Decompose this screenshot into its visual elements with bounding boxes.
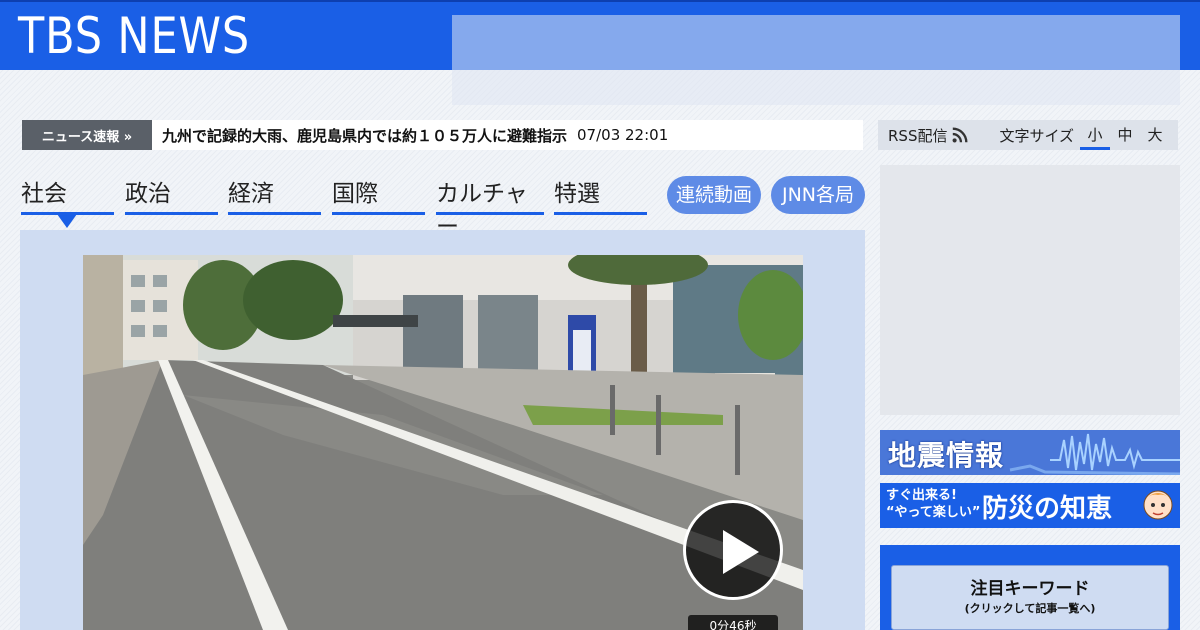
- tab-culture[interactable]: カルチャー: [436, 178, 544, 240]
- tab-economy[interactable]: 経済: [228, 178, 321, 215]
- keyword-header[interactable]: 注目キーワード (クリックして記事一覧へ): [891, 565, 1169, 630]
- site-logo[interactable]: TBS NEWS: [18, 6, 250, 66]
- bousai-tagline-line1: すぐ出来る!: [886, 488, 957, 503]
- active-tab-pointer: [57, 214, 77, 228]
- jnn-stations-button[interactable]: JNN各局: [771, 176, 865, 214]
- bousai-tagline: すぐ出来る! “やって楽しい”: [886, 487, 980, 521]
- tab-politics[interactable]: 政治: [125, 178, 218, 215]
- breaking-news-time: 07/03 22:01: [577, 126, 669, 144]
- earthquake-info-banner[interactable]: 地震情報: [880, 430, 1180, 475]
- mascot-girl-icon: [1143, 490, 1173, 520]
- font-size-large[interactable]: 大: [1140, 120, 1170, 150]
- bousai-title: 防災の知恵: [982, 494, 1113, 524]
- tab-international[interactable]: 国際: [332, 178, 425, 215]
- breaking-news-label[interactable]: ニュース速報 »: [22, 120, 152, 150]
- header-ad-slot: [452, 15, 1180, 105]
- font-size-small[interactable]: 小: [1080, 120, 1111, 150]
- rss-label: RSS配信: [888, 126, 948, 145]
- keyword-subtitle: (クリックして記事一覧へ): [964, 602, 1096, 615]
- sidebar-ad-slot: [880, 165, 1180, 415]
- disaster-prevention-banner[interactable]: すぐ出来る! “やって楽しい” 防災の知恵: [880, 483, 1180, 528]
- continuous-video-button[interactable]: 連続動画: [667, 176, 761, 214]
- utility-bar: RSS配信 文字サイズ 小 中 大: [878, 120, 1178, 150]
- tab-special[interactable]: 特選: [554, 178, 647, 215]
- seismograph-icon: [1009, 433, 1180, 475]
- rss-link[interactable]: RSS配信: [888, 125, 969, 146]
- tab-society[interactable]: 社会: [21, 178, 114, 215]
- video-duration: 0分46秒: [688, 615, 778, 630]
- bousai-tagline-line2: “やって楽しい”: [886, 505, 981, 520]
- breaking-news-bar: ニュース速報 » 九州で記録的大雨、鹿児島県内では約１０５万人に避難指示 07/…: [22, 120, 863, 150]
- breaking-news-headline[interactable]: 九州で記録的大雨、鹿児島県内では約１０５万人に避難指示: [162, 125, 567, 146]
- keyword-title: 注目キーワード: [970, 579, 1090, 599]
- font-size-medium[interactable]: 中: [1110, 120, 1140, 150]
- font-size-label: 文字サイズ: [999, 126, 1075, 145]
- rss-icon: [952, 127, 968, 143]
- play-button[interactable]: [683, 500, 783, 600]
